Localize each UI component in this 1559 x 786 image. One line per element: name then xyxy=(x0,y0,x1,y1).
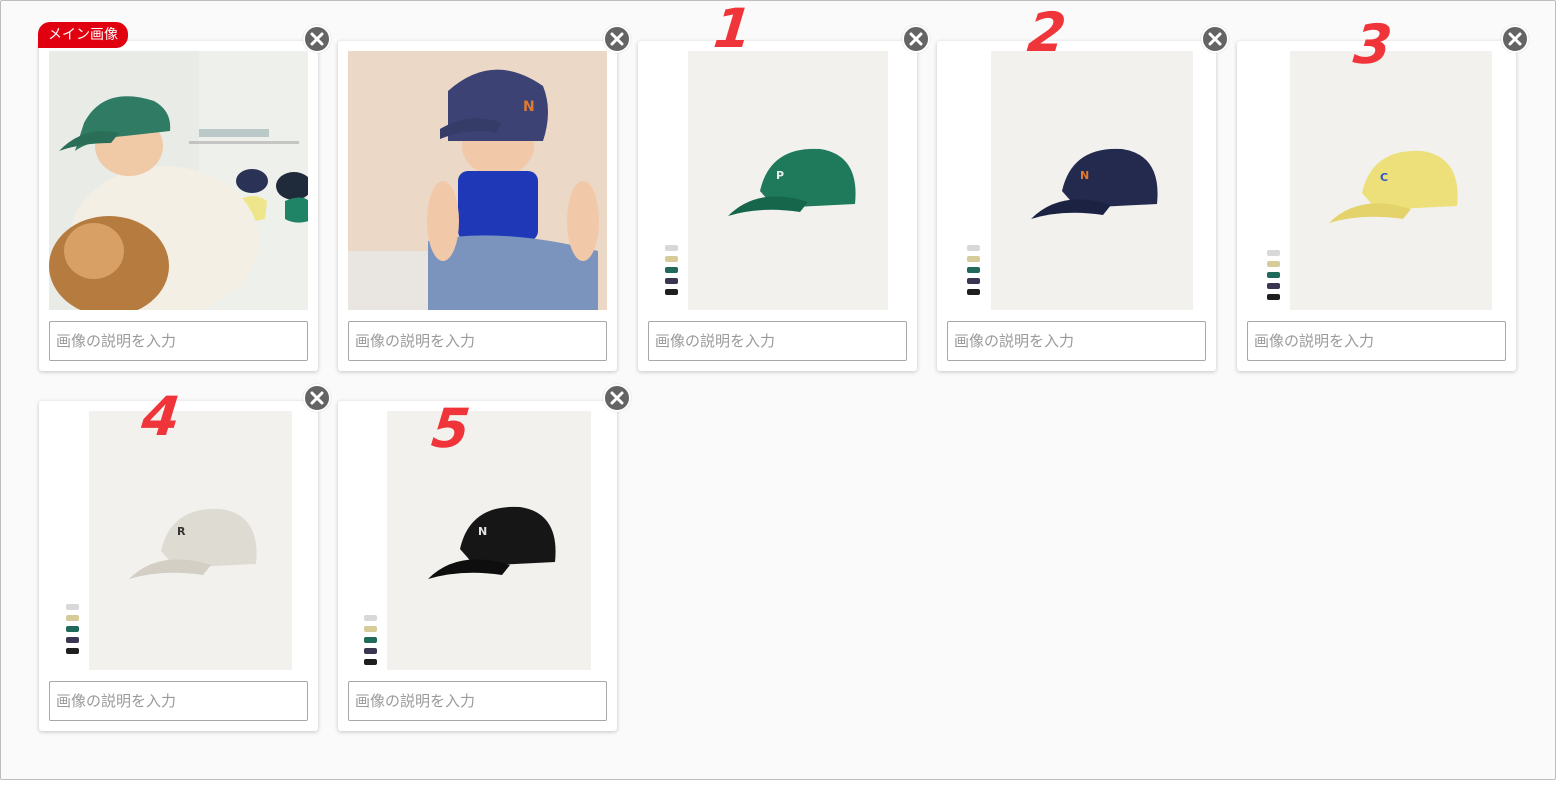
close-icon xyxy=(310,32,324,46)
image-description-input-6[interactable] xyxy=(49,681,308,721)
close-icon xyxy=(909,32,923,46)
image-description-input-3[interactable] xyxy=(648,321,907,361)
image-description-input-7[interactable] xyxy=(348,681,607,721)
image-description-input-2[interactable] xyxy=(348,321,607,361)
annotation-number-2: 2 xyxy=(1024,1,1069,64)
svg-text:P: P xyxy=(776,169,784,182)
remove-image-button-3[interactable] xyxy=(902,25,930,53)
remove-image-button-6[interactable] xyxy=(303,384,331,412)
close-icon xyxy=(310,391,324,405)
close-icon xyxy=(1508,32,1522,46)
image-card-3: P xyxy=(638,41,917,371)
close-icon xyxy=(1208,32,1222,46)
close-icon xyxy=(610,391,624,405)
product-photo-navy-cap[interactable]: N xyxy=(947,51,1206,310)
image-description-input-1[interactable] xyxy=(49,321,308,361)
remove-image-button-5[interactable] xyxy=(1501,25,1529,53)
svg-text:N: N xyxy=(1080,169,1089,182)
image-card-1 xyxy=(39,41,318,371)
image-description-input-5[interactable] xyxy=(1247,321,1506,361)
svg-text:N: N xyxy=(478,525,487,538)
remove-image-button-2[interactable] xyxy=(603,25,631,53)
close-icon xyxy=(610,32,624,46)
product-photo-child-green-cap[interactable] xyxy=(49,51,308,310)
product-photo-child-navy-cap[interactable]: N xyxy=(348,51,607,310)
remove-image-button-4[interactable] xyxy=(1201,25,1229,53)
product-photo-beige-cap[interactable]: R xyxy=(49,411,308,670)
image-card-4: N xyxy=(937,41,1216,371)
image-description-input-4[interactable] xyxy=(947,321,1206,361)
image-card-2: N xyxy=(338,41,617,371)
product-photo-yellow-cap[interactable]: C xyxy=(1247,51,1506,310)
annotation-number-5: 5 xyxy=(428,397,473,460)
annotation-number-3: 3 xyxy=(1350,13,1395,76)
product-photo-green-cap[interactable]: P xyxy=(648,51,907,310)
main-image-badge: メイン画像 xyxy=(38,22,128,48)
svg-text:C: C xyxy=(1380,171,1388,184)
image-card-7: N xyxy=(338,401,617,731)
image-card-6: R xyxy=(39,401,318,731)
image-card-5: C xyxy=(1237,41,1516,371)
remove-image-button-7[interactable] xyxy=(603,384,631,412)
product-photo-black-cap[interactable]: N xyxy=(348,411,607,670)
svg-text:N: N xyxy=(523,99,535,115)
annotation-number-4: 4 xyxy=(138,385,183,448)
svg-text:R: R xyxy=(177,525,186,538)
annotation-number-1: 1 xyxy=(710,0,755,60)
remove-image-button-1[interactable] xyxy=(303,25,331,53)
